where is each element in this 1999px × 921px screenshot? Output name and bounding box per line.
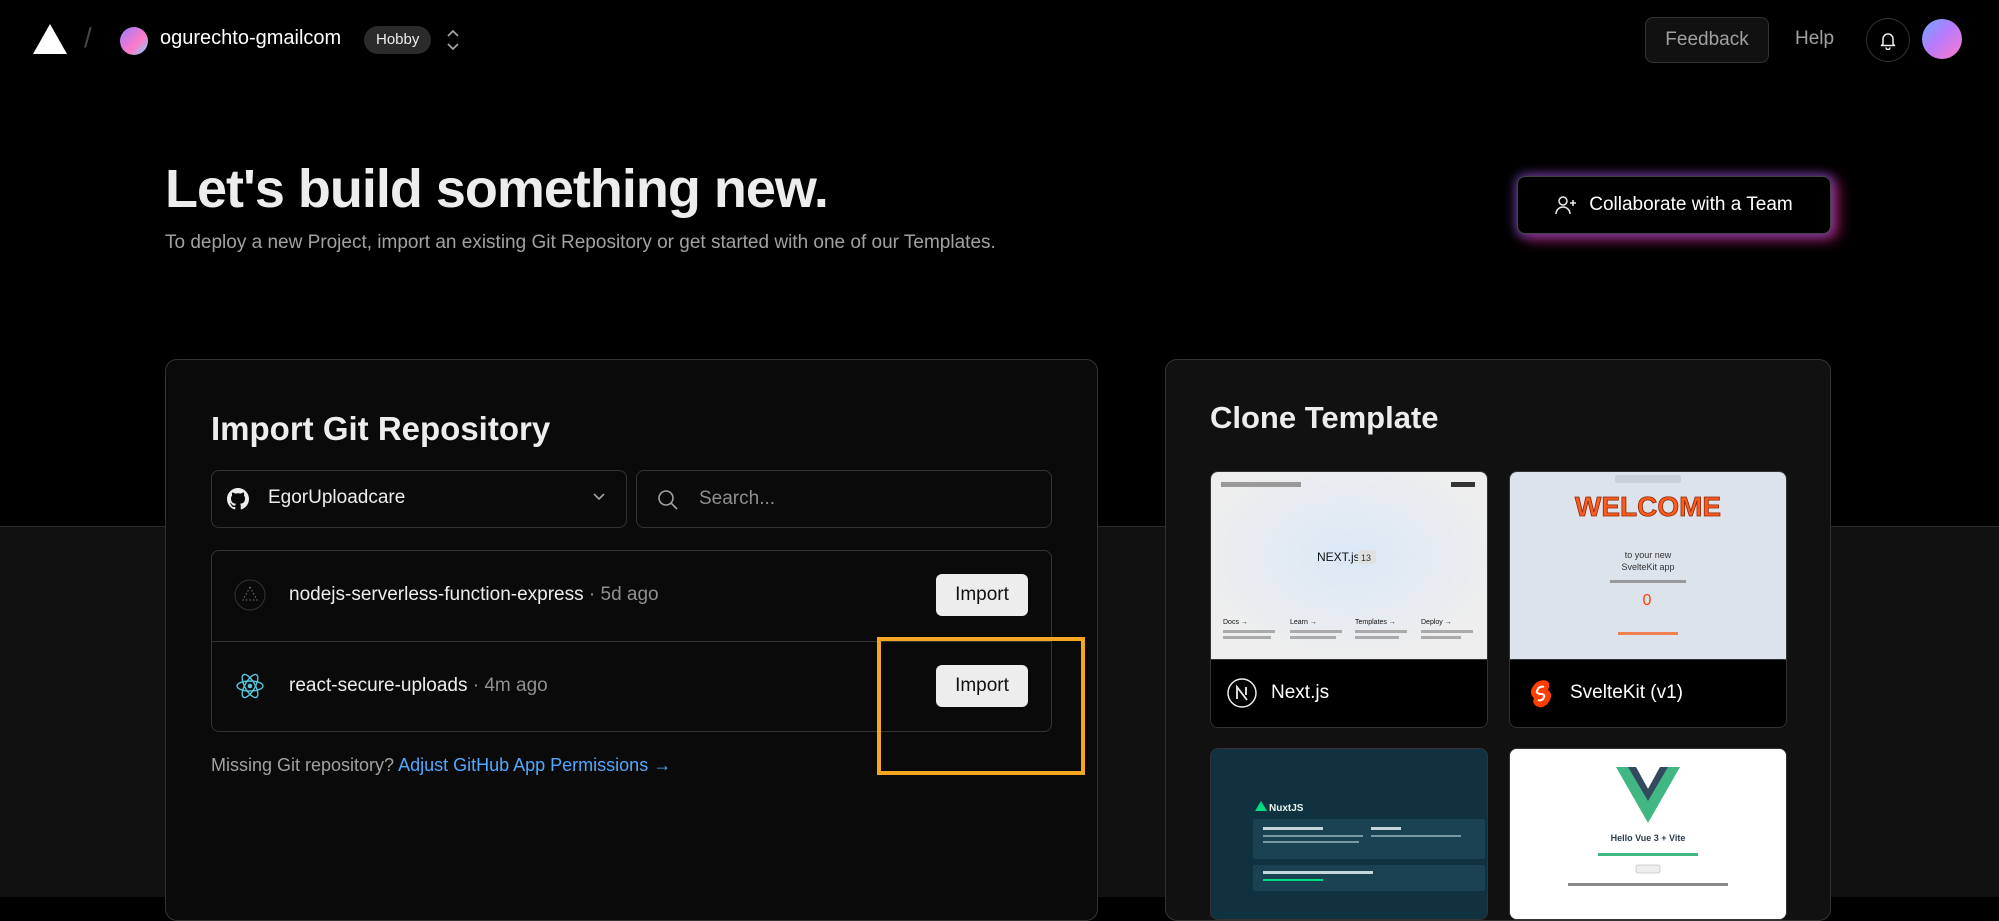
import-title: Import Git Repository xyxy=(211,410,551,447)
template-card-nextjs[interactable]: NEXT.js 13 Docs → Learn → Templates → De… xyxy=(1210,471,1488,728)
highlight-annotation-box xyxy=(877,637,1085,775)
sveltekit-preview-line: SvelteKit app xyxy=(1621,562,1674,572)
nextjs-preview-link: Learn → xyxy=(1290,619,1317,626)
sveltekit-preview-line: to your new xyxy=(1625,550,1672,560)
user-avatar[interactable] xyxy=(1922,19,1962,59)
team-name[interactable]: ogurechto-gmailcom xyxy=(160,27,341,50)
nuxt-template-preview: NuxtJS xyxy=(1211,749,1487,919)
template-footer: SvelteKit (v1) xyxy=(1510,659,1786,727)
nuxt-preview-logo: NuxtJS xyxy=(1269,803,1304,814)
repository-name[interactable]: nodejs-serverless-function-express xyxy=(289,584,584,605)
vue-template-preview: Hello Vue 3 + Vite xyxy=(1510,749,1786,919)
collaborate-label: Collaborate with a Team xyxy=(1589,194,1793,215)
collaborate-with-team-button[interactable]: Collaborate with a Team xyxy=(1517,176,1831,234)
bell-icon xyxy=(1880,33,1896,50)
chevron-down-icon xyxy=(593,493,605,501)
template-name: Next.js xyxy=(1271,682,1330,703)
template-card-sveltekit[interactable]: WELCOME to your new SvelteKit app 0 Svel… xyxy=(1509,471,1787,728)
page-subtitle: To deploy a new Project, import an exist… xyxy=(165,232,996,253)
adjust-permissions-link[interactable]: Adjust GitHub App Permissions → xyxy=(398,755,671,775)
git-account-name: EgorUploadcare xyxy=(268,487,406,508)
missing-repository-note: Missing Git repository? Adjust GitHub Ap… xyxy=(211,755,671,776)
search-icon xyxy=(658,490,678,510)
notifications-button[interactable] xyxy=(1866,18,1910,62)
sveltekit-template-preview: WELCOME to your new SvelteKit app 0 xyxy=(1510,472,1786,659)
team-avatar[interactable] xyxy=(120,27,148,55)
add-user-icon xyxy=(1555,196,1577,215)
repository-updated: · 5d ago xyxy=(583,584,659,605)
nextjs-preview-link: Deploy → xyxy=(1421,619,1452,626)
template-footer: Next.js xyxy=(1211,659,1487,727)
missing-repository-text: Missing Git repository? xyxy=(211,755,399,775)
feedback-button[interactable]: Feedback xyxy=(1645,17,1769,63)
vue-preview-title: Hello Vue 3 + Vite xyxy=(1611,833,1686,843)
repository-row: nodejs-serverless-function-express · 5d … xyxy=(212,551,1051,640)
github-icon xyxy=(227,488,249,510)
repository-updated: · 4m ago xyxy=(467,675,548,696)
chevron-up-down-icon[interactable] xyxy=(444,27,462,53)
nextjs-preview-link: Templates → xyxy=(1355,619,1396,626)
search-input[interactable] xyxy=(697,481,1031,517)
template-card-nuxt[interactable]: NuxtJS xyxy=(1210,748,1488,920)
template-card-vue[interactable]: Hello Vue 3 + Vite xyxy=(1509,748,1787,920)
nextjs-preview-logo: NEXT.js xyxy=(1317,550,1360,564)
repository-search[interactable] xyxy=(636,470,1052,528)
breadcrumb-separator: / xyxy=(84,22,92,53)
react-icon xyxy=(236,673,264,699)
svelte-icon xyxy=(1530,680,1552,708)
template-name: SvelteKit (v1) xyxy=(1570,682,1683,703)
nextjs-preview-version: 13 xyxy=(1361,553,1371,563)
plan-badge: Hobby xyxy=(364,26,432,54)
nextjs-preview-link: Docs → xyxy=(1223,619,1248,626)
help-link[interactable]: Help xyxy=(1795,28,1834,50)
clone-title: Clone Template xyxy=(1210,400,1439,435)
vercel-logo-icon[interactable] xyxy=(33,24,67,54)
repository-info: react-secure-uploads · 4m ago xyxy=(289,675,548,697)
triangle-dots-icon xyxy=(234,579,266,611)
nextjs-icon xyxy=(1227,678,1257,708)
repository-name[interactable]: react-secure-uploads xyxy=(289,675,467,696)
repository-info: nodejs-serverless-function-express · 5d … xyxy=(289,584,659,606)
git-account-select[interactable]: EgorUploadcare xyxy=(211,470,627,528)
sveltekit-preview-counter: 0 xyxy=(1643,592,1652,609)
clone-template-card: Clone Template NEXT.js 13 Docs → Learn →… xyxy=(1165,359,1831,921)
nextjs-template-preview: NEXT.js 13 Docs → Learn → Templates → De… xyxy=(1211,472,1487,659)
page-title: Let's build something new. xyxy=(165,159,829,219)
sveltekit-preview-welcome: WELCOME xyxy=(1575,491,1721,522)
import-button[interactable]: Import xyxy=(936,574,1028,616)
